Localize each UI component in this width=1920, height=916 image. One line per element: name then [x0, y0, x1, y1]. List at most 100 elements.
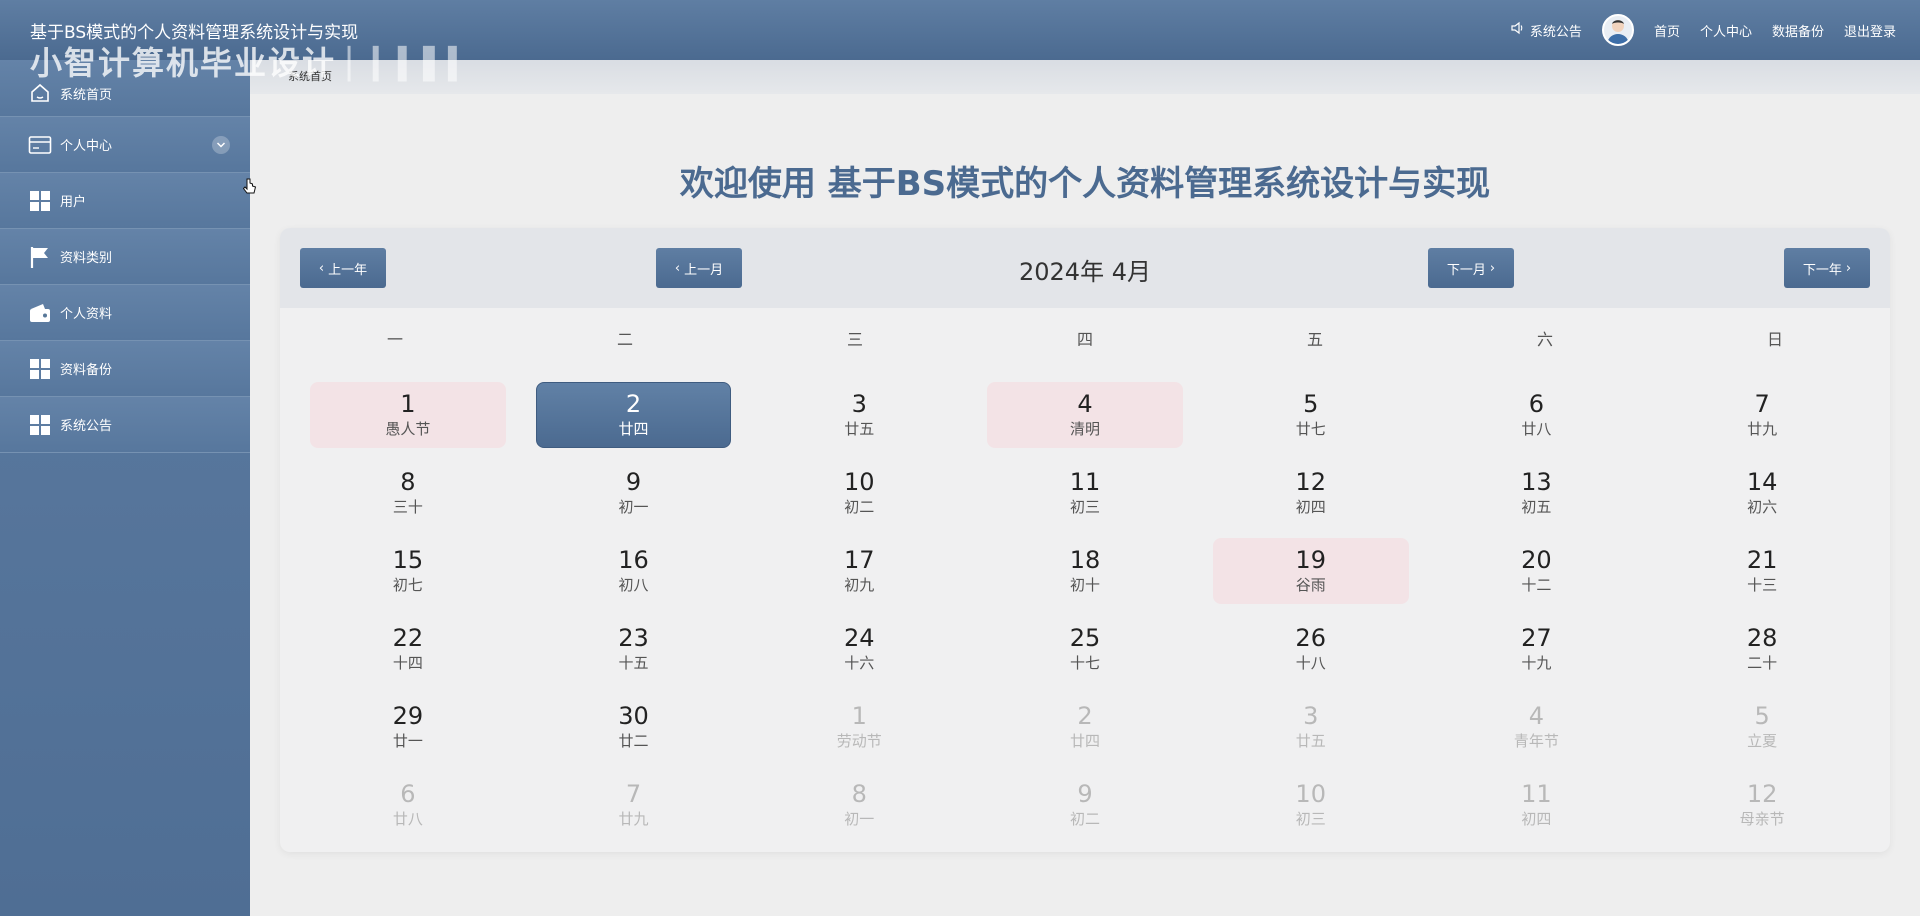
- day-number: 17: [844, 546, 875, 574]
- home-link[interactable]: 首页: [1654, 21, 1680, 40]
- day-cell[interactable]: 4 清明: [987, 382, 1183, 448]
- day-cell[interactable]: 1 愚人节: [310, 382, 506, 448]
- next-month-button[interactable]: 下一月 ›: [1428, 248, 1514, 288]
- notice-link[interactable]: 系统公告: [1510, 21, 1582, 40]
- day-cell[interactable]: 5 廿七: [1213, 382, 1409, 448]
- day-cell[interactable]: 28 二十: [1664, 616, 1860, 682]
- next-year-button[interactable]: 下一年 ›: [1784, 248, 1870, 288]
- sidebar-item-personal-data[interactable]: 个人资料: [0, 285, 250, 341]
- logout-link[interactable]: 退出登录: [1844, 21, 1896, 40]
- day-cell-selected[interactable]: 2 廿四: [535, 382, 732, 448]
- chevron-down-icon[interactable]: [212, 136, 230, 154]
- lunar-label: 廿七: [1295, 420, 1326, 438]
- day-cell[interactable]: 17 初九: [761, 538, 957, 604]
- lunar-label: 初五: [1521, 498, 1552, 516]
- day-number: 10: [1295, 780, 1326, 808]
- day-number: 24: [844, 624, 875, 652]
- weekday-label: 三: [846, 330, 863, 349]
- day-cell[interactable]: 6 廿八: [1439, 382, 1635, 448]
- day-cell-other-month[interactable]: 3 廿五: [1213, 694, 1409, 760]
- personal-center-link[interactable]: 个人中心: [1700, 21, 1752, 40]
- grid-icon: [28, 413, 52, 437]
- day-number: 1: [851, 702, 867, 730]
- calendar-header: ‹ 上一年 ‹ 上一月 2024年 4月 下一月 › 下一年 ›: [280, 228, 1890, 308]
- day-number: 8: [851, 780, 867, 808]
- day-cell[interactable]: 9 初一: [536, 460, 732, 526]
- day-cell-other-month[interactable]: 2 廿四: [987, 694, 1183, 760]
- page-title: 欢迎使用 基于BS模式的个人资料管理系统设计与实现: [679, 164, 1491, 204]
- lunar-label: 母亲节: [1739, 810, 1785, 828]
- day-cell[interactable]: 15 初七: [310, 538, 506, 604]
- day-cell-other-month[interactable]: 8 初一: [761, 772, 957, 838]
- day-number: 11: [1069, 468, 1101, 496]
- day-number: 15: [392, 546, 424, 574]
- day-number: 7: [1754, 390, 1770, 418]
- grid-icon: [28, 357, 52, 381]
- day-cell[interactable]: 30 廿二: [536, 694, 732, 760]
- day-cell[interactable]: 27 十九: [1439, 616, 1635, 682]
- day-cell[interactable]: 29 廿一: [310, 694, 506, 760]
- day-number: 10: [844, 468, 875, 496]
- day-cell[interactable]: 14 初六: [1664, 460, 1860, 526]
- day-number: 26: [1295, 624, 1326, 652]
- day-cell[interactable]: 10 初二: [761, 460, 957, 526]
- day-number: 6: [1528, 390, 1545, 418]
- sidebar-item-announcement[interactable]: 系统公告: [0, 397, 250, 453]
- sidebar-item-personal-center[interactable]: 个人中心: [0, 117, 250, 173]
- day-cell-other-month[interactable]: 1 劳动节: [761, 694, 957, 760]
- day-cell-other-month[interactable]: 10 初三: [1213, 772, 1409, 838]
- sidebar: 系统首页 个人中心 用户 资料类别 个人资料 资料备份 系统公告: [0, 60, 250, 916]
- day-cell-other-month[interactable]: 6 廿八: [310, 772, 506, 838]
- weekday-header: 一 二 三 四 五 六 日: [280, 326, 1890, 350]
- lunar-label: 初九: [844, 576, 875, 594]
- day-cell[interactable]: 19 谷雨: [1212, 538, 1409, 604]
- day-cell-other-month[interactable]: 11 初四: [1439, 772, 1635, 838]
- day-cell[interactable]: 11 初三: [987, 460, 1183, 526]
- day-cell[interactable]: 16 初八: [536, 538, 732, 604]
- day-cell-other-month[interactable]: 4 青年节: [1439, 694, 1635, 760]
- day-cell-other-month[interactable]: 5 立夏: [1664, 694, 1860, 760]
- day-number: 9: [1077, 780, 1093, 808]
- day-number: 29: [392, 702, 424, 730]
- day-number: 5: [1303, 390, 1319, 418]
- day-cell[interactable]: 21 十三: [1664, 538, 1860, 604]
- lunar-label: 十二: [1521, 576, 1552, 594]
- day-cell[interactable]: 3 廿五: [761, 382, 957, 448]
- day-cell-other-month[interactable]: 9 初二: [987, 772, 1183, 838]
- day-number: 2: [1077, 702, 1093, 730]
- day-number: 4: [1077, 390, 1093, 418]
- day-cell-other-month[interactable]: 7 廿九: [536, 772, 732, 838]
- lunar-label: 廿五: [1295, 732, 1326, 750]
- day-cell[interactable]: 20 十二: [1439, 538, 1635, 604]
- day-cell[interactable]: 8 三十: [310, 460, 506, 526]
- day-number: 20: [1521, 546, 1552, 574]
- day-cell[interactable]: 22 十四: [310, 616, 506, 682]
- day-number: 18: [1069, 546, 1101, 574]
- data-backup-link[interactable]: 数据备份: [1772, 21, 1824, 40]
- lunar-label: 初二: [1069, 810, 1100, 828]
- day-cell[interactable]: 7 廿九: [1664, 382, 1860, 448]
- day-cell[interactable]: 13 初五: [1439, 460, 1635, 526]
- day-cell[interactable]: 24 十六: [761, 616, 957, 682]
- lunar-label: 廿二: [618, 732, 649, 750]
- day-cell[interactable]: 18 初十: [987, 538, 1183, 604]
- day-cell[interactable]: 26 十八: [1213, 616, 1409, 682]
- day-number: 8: [400, 468, 416, 496]
- day-cell-other-month[interactable]: 12 母亲节: [1664, 772, 1860, 838]
- day-number: 11: [1521, 780, 1552, 808]
- sidebar-item-users[interactable]: 用户: [0, 173, 250, 229]
- weekday-label: 二: [616, 330, 633, 349]
- calendar: ‹ 上一年 ‹ 上一月 2024年 4月 下一月 › 下一年 › 一 二 三 四…: [280, 228, 1890, 852]
- day-cell[interactable]: 25 十七: [987, 616, 1183, 682]
- lunar-label: 廿九: [1747, 420, 1778, 438]
- sidebar-item-data-category[interactable]: 资料类别: [0, 229, 250, 285]
- wallet-icon: [28, 301, 52, 325]
- day-cell[interactable]: 23 十五: [536, 616, 732, 682]
- sidebar-item-label: 系统公告: [60, 419, 113, 434]
- sidebar-item-data-backup[interactable]: 资料备份: [0, 341, 250, 397]
- day-cell[interactable]: 12 初四: [1213, 460, 1409, 526]
- avatar[interactable]: [1601, 14, 1634, 46]
- lunar-label: 初六: [1747, 498, 1778, 516]
- lunar-label: 廿四: [1069, 732, 1100, 750]
- lunar-label: 廿一: [392, 732, 423, 750]
